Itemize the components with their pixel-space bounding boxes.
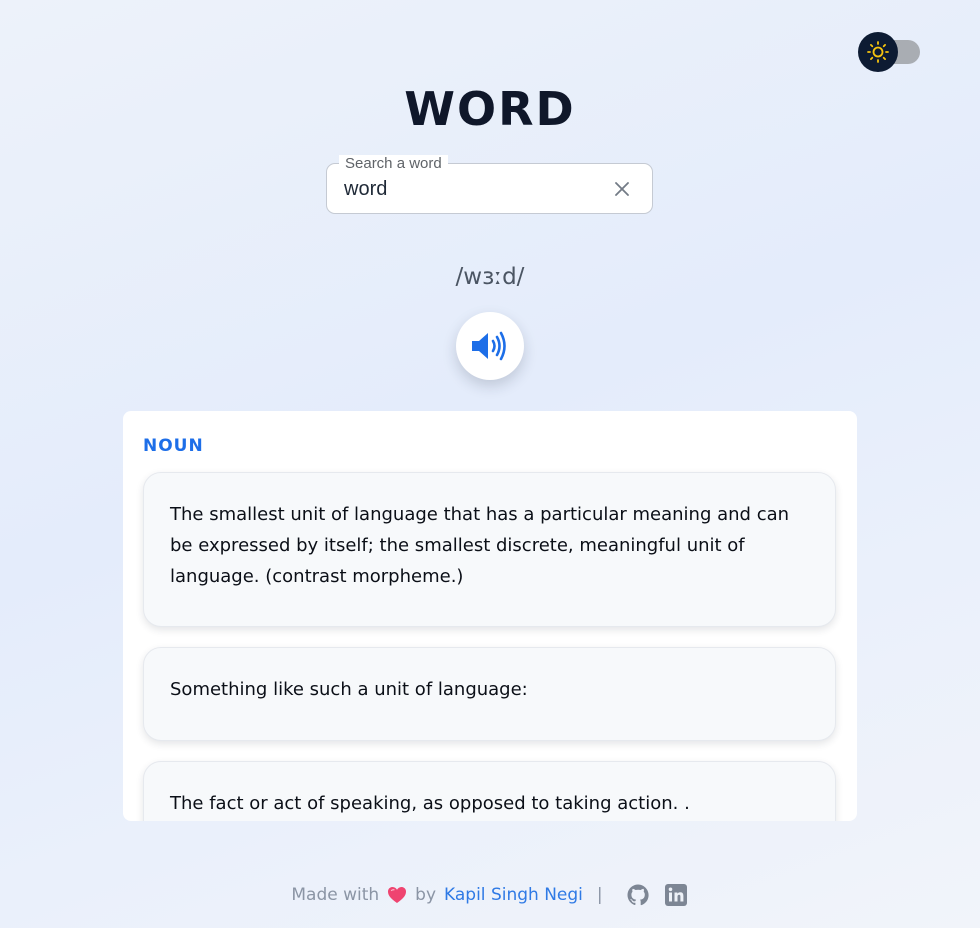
footer-separator: | bbox=[596, 885, 603, 905]
sun-icon bbox=[867, 41, 889, 63]
heart-icon bbox=[388, 887, 407, 903]
close-icon bbox=[615, 182, 629, 196]
footer: Made with by Kapil Singh Negi | bbox=[0, 880, 980, 910]
github-link[interactable] bbox=[625, 882, 651, 908]
speaker-icon bbox=[472, 331, 506, 361]
search-input[interactable] bbox=[344, 176, 604, 202]
search-field[interactable]: Search a word bbox=[326, 155, 653, 214]
meanings-card: NOUN The smallest unit of language that … bbox=[123, 411, 857, 821]
search-label: Search a word bbox=[339, 155, 448, 172]
linkedin-link[interactable] bbox=[663, 882, 689, 908]
definition-item: The fact or act of speaking, as opposed … bbox=[143, 761, 836, 821]
footer-by: by bbox=[415, 885, 437, 905]
github-icon bbox=[627, 884, 649, 906]
footer-made-with: Made with bbox=[291, 885, 380, 905]
author-link[interactable]: Kapil Singh Negi bbox=[444, 885, 583, 905]
linkedin-icon bbox=[664, 884, 687, 906]
toggle-knob[interactable] bbox=[858, 32, 898, 72]
play-audio-button[interactable] bbox=[456, 312, 524, 380]
theme-toggle[interactable] bbox=[858, 32, 920, 72]
phonetic-text: /wɜːd/ bbox=[455, 264, 525, 290]
part-of-speech: NOUN bbox=[143, 436, 204, 456]
definition-item: Something like such a unit of language: bbox=[143, 647, 836, 741]
clear-button[interactable] bbox=[611, 178, 633, 200]
definition-item: The smallest unit of language that has a… bbox=[143, 472, 836, 627]
page-title: WORD bbox=[404, 82, 576, 136]
